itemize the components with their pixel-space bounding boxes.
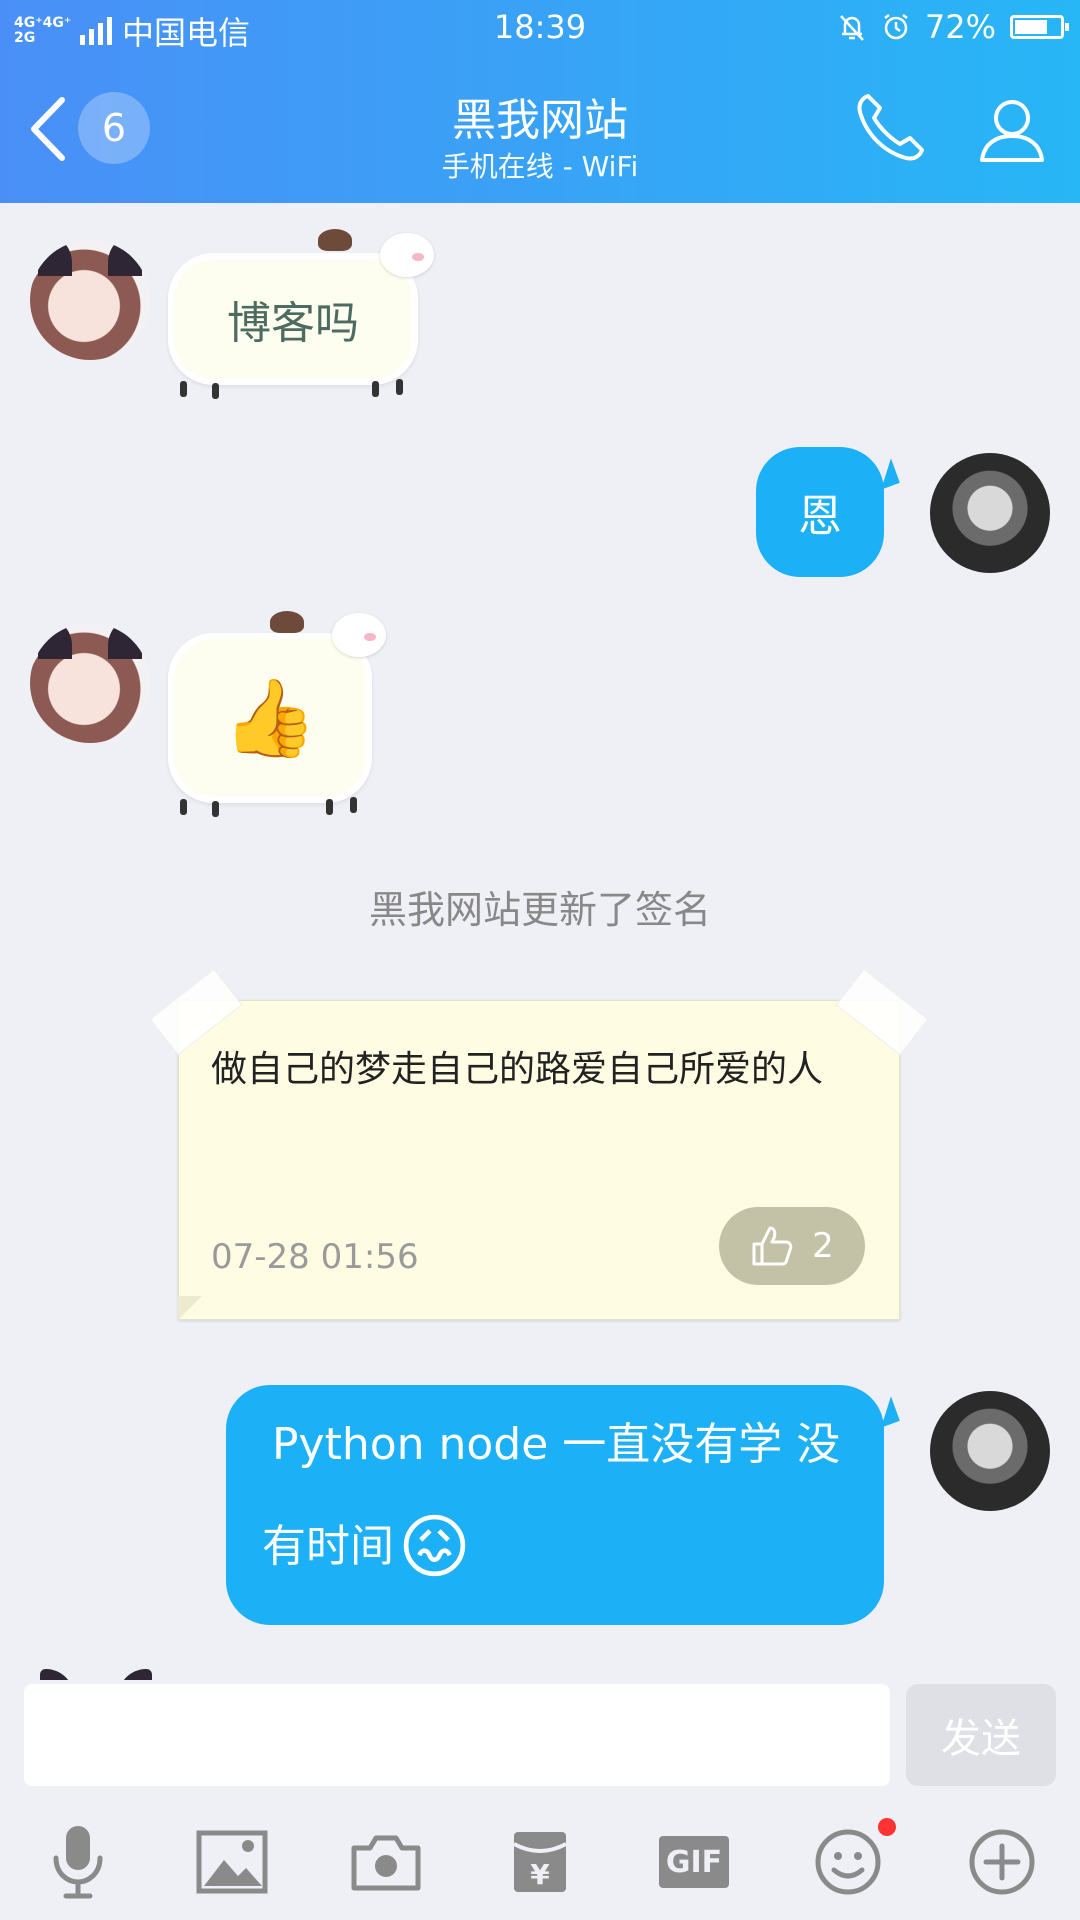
thumbs-up-emoji: 👍	[222, 673, 318, 762]
message-text: 恩	[798, 491, 842, 542]
my-avatar[interactable]	[930, 1391, 1050, 1511]
message-bubble[interactable]: 👍	[168, 633, 372, 803]
chat-header: 4G⁺4G⁺ 2G 中国电信 18:39 72% 6 黑我网站 手机在线 - Wi…	[0, 0, 1080, 203]
message-input[interactable]	[24, 1684, 890, 1786]
girl-decoration	[270, 611, 304, 633]
voice-button[interactable]	[38, 1822, 118, 1902]
my-message-bubble[interactable]: 恩	[756, 447, 884, 577]
my-avatar[interactable]	[930, 453, 1050, 573]
contact-avatar[interactable]	[30, 623, 150, 743]
svg-text:¥: ¥	[530, 1858, 550, 1891]
thumbs-up-icon	[752, 1226, 793, 1266]
gif-button[interactable]: GIF	[654, 1822, 734, 1902]
message-text: 博客吗	[227, 298, 359, 349]
like-button[interactable]: 2	[719, 1207, 865, 1285]
message-bubble[interactable]: 博客吗	[168, 253, 418, 385]
emoji-button[interactable]	[808, 1818, 896, 1902]
emoji-icon	[815, 1829, 881, 1895]
red-packet-button[interactable]: ¥	[500, 1822, 580, 1902]
message-list[interactable]: 博客吗 恩 👍 黑我网站更新了签名 做自己的梦走自己的路爱自己所爱的人 07-2…	[0, 203, 1080, 1680]
input-toolbar: ¥ GIF	[0, 1810, 1080, 1920]
plus-icon	[969, 1829, 1035, 1895]
send-button[interactable]: 发送	[906, 1684, 1056, 1786]
like-count: 2	[812, 1226, 834, 1266]
mute-bell-icon	[839, 15, 864, 41]
phone-call-icon[interactable]	[852, 90, 928, 166]
camera-button[interactable]	[346, 1822, 426, 1902]
microphone-icon	[53, 1826, 103, 1899]
status-bar: 4G⁺4G⁺ 2G 中国电信 18:39 72%	[0, 0, 1080, 56]
signature-card[interactable]: 做自己的梦走自己的路爱自己所爱的人 07-28 01:56 2	[149, 968, 929, 1320]
red-packet-icon: ¥	[513, 1832, 567, 1892]
system-notice: 黑我网站更新了签名	[368, 888, 711, 932]
my-message-bubble[interactable]: Python node 一直没有学 没 有时间 😖	[226, 1385, 884, 1625]
contact-avatar-partial	[36, 1665, 156, 1680]
girl-decoration	[318, 229, 352, 251]
gif-icon: GIF	[659, 1836, 729, 1888]
more-button[interactable]	[962, 1822, 1042, 1902]
battery-icon	[1010, 15, 1069, 39]
sheep-decoration	[332, 613, 386, 657]
alarm-icon	[884, 14, 908, 40]
confounded-emoji: 😖	[398, 1506, 471, 1588]
signature-text: 做自己的梦走自己的路爱自己所爱的人	[211, 1049, 824, 1090]
image-button[interactable]	[192, 1822, 272, 1902]
camera-icon	[351, 1835, 421, 1891]
image-icon	[196, 1830, 268, 1894]
new-badge-dot	[878, 1818, 896, 1836]
message-text: 有时间	[262, 1521, 394, 1572]
signature-time: 07-28 01:56	[211, 1237, 419, 1277]
profile-icon[interactable]	[976, 94, 1048, 166]
message-text: Python node 一直没有学 没	[272, 1419, 841, 1470]
sheep-decoration	[380, 233, 434, 277]
battery-percent: 72%	[924, 8, 996, 46]
contact-avatar[interactable]	[30, 240, 150, 360]
